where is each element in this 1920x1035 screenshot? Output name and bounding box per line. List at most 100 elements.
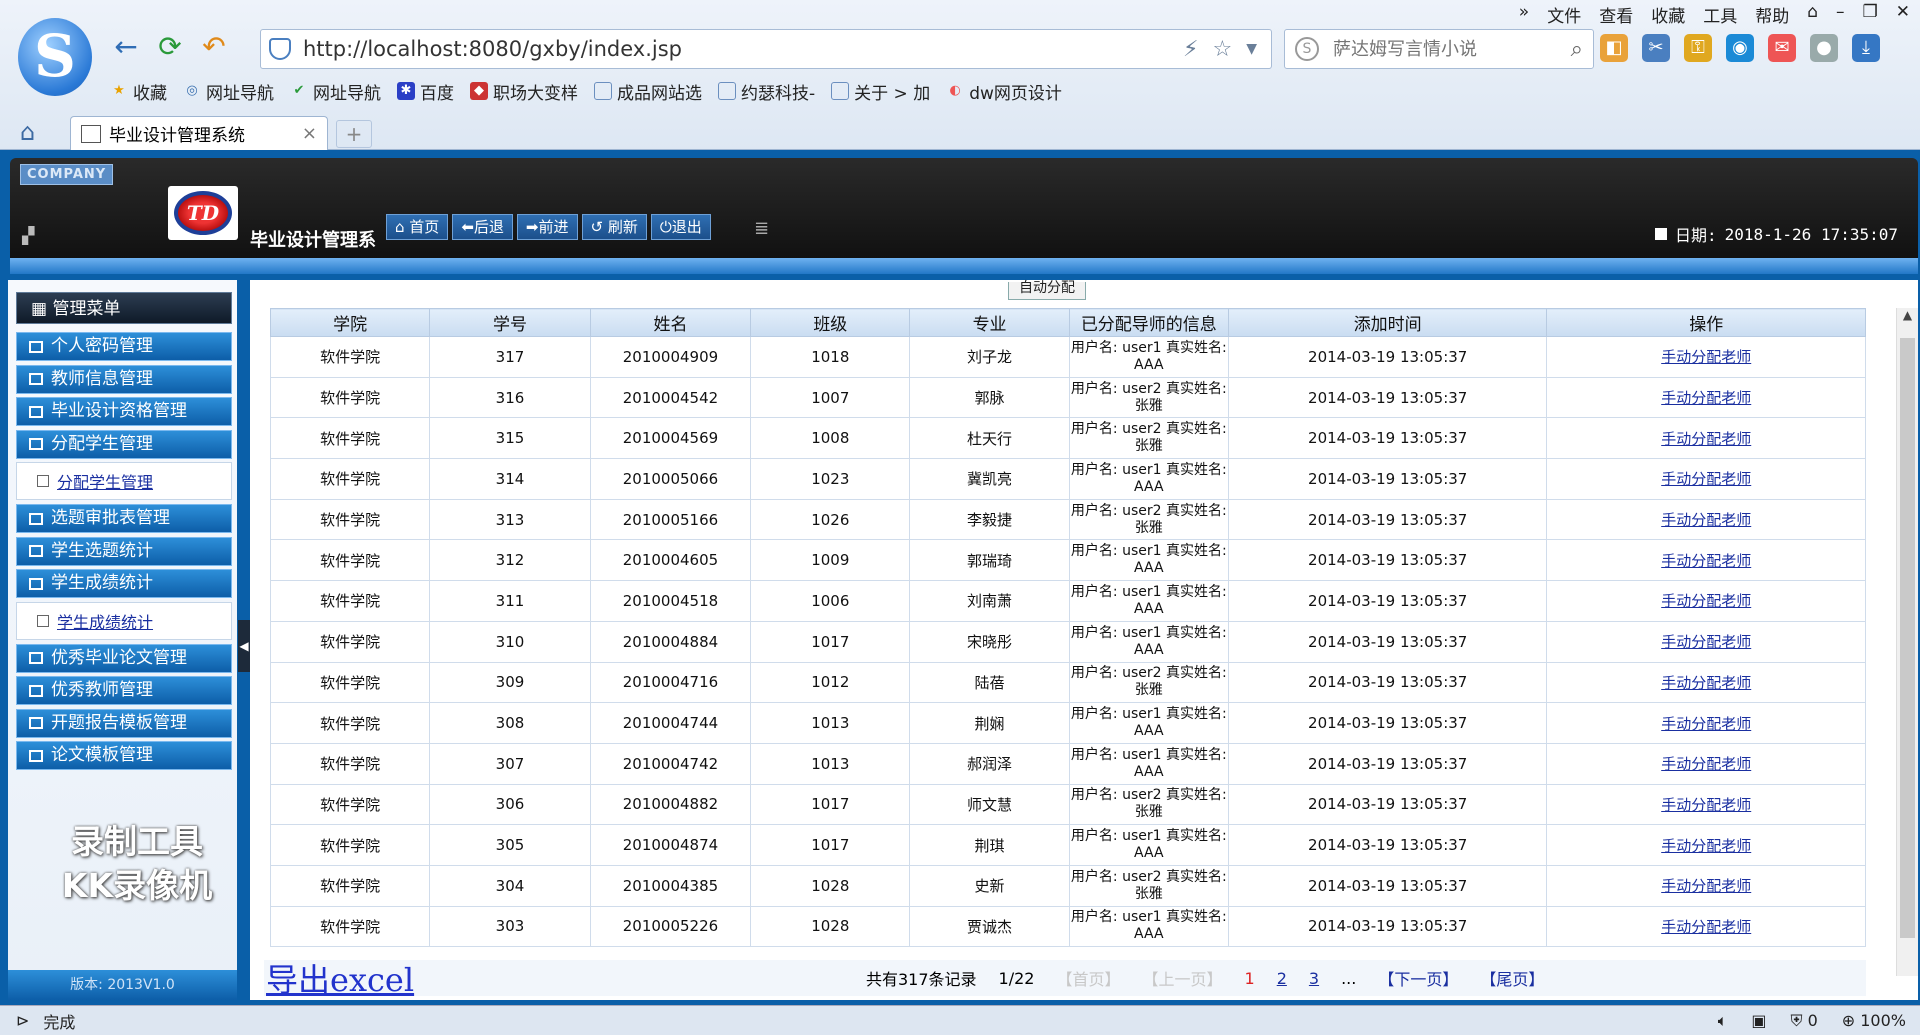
fav-dw[interactable]: ◐ dw网页设计 xyxy=(946,79,1062,104)
menu-item-teacher-info[interactable]: 教师信息管理 xyxy=(16,364,232,394)
fav-about[interactable]: 关于 > 加 xyxy=(831,79,930,104)
cell-major: 杜天行 xyxy=(909,417,1070,460)
menu-item-password[interactable]: 个人密码管理 xyxy=(16,332,232,361)
assign-teacher-link[interactable]: 手动分配老师 xyxy=(1661,430,1751,448)
cut-icon[interactable]: ✂ xyxy=(1642,34,1670,62)
menu-item-topic-stats[interactable]: 学生选题统计 xyxy=(16,536,232,566)
submenu-link-grade-stats[interactable]: 学生成绩统计 xyxy=(57,609,153,633)
assign-teacher-link[interactable]: 手动分配老师 xyxy=(1661,511,1751,529)
table-row: 软件学院 317 2010004909 1018 刘子龙 用户名: user1 真实姓名:… xyxy=(269,336,1866,378)
download-icon[interactable]: ⤓ xyxy=(1852,34,1880,62)
page-3-link[interactable]: 3 xyxy=(1309,969,1319,988)
fav-collect[interactable]: ★ 收藏 xyxy=(110,79,167,104)
assign-teacher-link[interactable]: 手动分配老师 xyxy=(1661,755,1751,773)
screen-icon[interactable]: ▣ xyxy=(1751,1011,1766,1030)
fav-sites[interactable]: 成品网站选 xyxy=(594,79,702,104)
refresh-icon[interactable]: ⟳ xyxy=(152,30,188,66)
assign-teacher-link[interactable]: 手动分配老师 xyxy=(1661,715,1751,733)
address-bar[interactable]: http://localhost:8080/gxby/index.jsp ⚡ ☆… xyxy=(260,29,1272,69)
minimize-icon[interactable]: – xyxy=(1836,2,1845,26)
menu-item-excellent-teacher[interactable]: 优秀教师管理 xyxy=(16,676,232,705)
search-engine-icon[interactable]: S xyxy=(1295,37,1319,61)
volume-icon[interactable]: 🔈︎ xyxy=(1718,1011,1728,1031)
cell-major: 李毅捷 xyxy=(909,498,1070,541)
menu-item-qualification[interactable]: 毕业设计资格管理 xyxy=(16,397,232,426)
table-row: 软件学院 304 2010004385 1028 史新 用户名: user2 真实姓名: … xyxy=(269,864,1866,907)
assign-teacher-link[interactable]: 手动分配老师 xyxy=(1661,348,1751,366)
menu-help[interactable]: 帮助 xyxy=(1755,2,1789,27)
collapse-sidebar-handle[interactable]: ◀ xyxy=(238,620,250,672)
home-button[interactable]: ⌂ 首页 xyxy=(386,214,449,240)
submenu-link-assign-students[interactable]: 分配学生管理 xyxy=(57,469,153,493)
menu-item-thesis-template[interactable]: 论文模板管理 xyxy=(16,741,232,770)
logo-mark: TD xyxy=(174,191,232,235)
shield-counter[interactable]: ⛨ 0 xyxy=(1790,1011,1817,1031)
search-input[interactable] xyxy=(1333,38,1571,60)
page-1-link[interactable]: 1 xyxy=(1245,969,1255,988)
fav-yuese[interactable]: 约瑟科技- xyxy=(718,79,815,104)
vertical-scrollbar[interactable]: ▲ xyxy=(1896,308,1918,976)
menu-tools[interactable]: 工具 xyxy=(1703,2,1737,27)
assign-teacher-link[interactable]: 手动分配老师 xyxy=(1661,470,1751,488)
skin-icon[interactable]: ⌂ xyxy=(1807,2,1818,26)
mail-icon[interactable]: ✉ xyxy=(1768,34,1796,62)
menu-item-assign-students[interactable]: 分配学生管理 xyxy=(16,429,232,459)
menu-item-topic-approval[interactable]: 选题审批表管理 xyxy=(16,504,232,533)
fav-baidu[interactable]: ✱ 百度 xyxy=(397,79,454,104)
logout-button[interactable]: ⏻退出 xyxy=(650,214,711,240)
user-icon[interactable]: ● xyxy=(1810,34,1838,62)
menu-file[interactable]: 文件 xyxy=(1547,2,1581,27)
close-window-icon[interactable]: ✕ xyxy=(1896,2,1910,26)
scroll-thumb[interactable] xyxy=(1900,338,1915,938)
refresh-button[interactable]: ↺ 刷新 xyxy=(581,214,647,240)
sidebar-toggle-icon[interactable]: ◧ xyxy=(1600,34,1628,62)
star-icon[interactable]: ☆ xyxy=(1212,37,1232,62)
tab-main[interactable]: 毕业设计管理系统 × xyxy=(70,116,328,150)
assign-teacher-link[interactable]: 手动分配老师 xyxy=(1661,633,1751,651)
search-icon[interactable]: ⌕ xyxy=(1571,37,1583,62)
export-excel-link[interactable]: 导出excel xyxy=(266,955,414,1001)
page-icon xyxy=(37,614,49,627)
zoom-control[interactable]: ⊕ 100% xyxy=(1842,1011,1906,1030)
assign-teacher-link[interactable]: 手动分配老师 xyxy=(1661,389,1751,407)
assign-teacher-link[interactable]: 手动分配老师 xyxy=(1661,552,1751,570)
assign-teacher-link[interactable]: 手动分配老师 xyxy=(1661,796,1751,814)
page-2-link[interactable]: 2 xyxy=(1277,969,1287,988)
address-text[interactable]: http://localhost:8080/gxby/index.jsp xyxy=(303,37,1183,61)
fav-nav-2[interactable]: ✔ 网址导航 xyxy=(290,79,381,104)
cell-class: 1028 xyxy=(750,864,911,907)
menu-favorites[interactable]: 收藏 xyxy=(1651,2,1685,27)
back-button[interactable]: ⬅后退 xyxy=(452,214,513,240)
menu-chevron-icon[interactable]: » xyxy=(1519,2,1529,26)
assign-teacher-link[interactable]: 手动分配老师 xyxy=(1661,918,1751,936)
menu-view[interactable]: 查看 xyxy=(1599,2,1633,27)
close-tab-icon[interactable]: × xyxy=(302,123,317,144)
key-icon[interactable]: ⚿ xyxy=(1684,34,1712,62)
new-tab-button[interactable]: + xyxy=(336,120,372,148)
menu-item-proposal-template[interactable]: 开题报告模板管理 xyxy=(16,708,232,738)
menu-lines-icon[interactable]: ≣ xyxy=(754,218,769,239)
assign-teacher-link[interactable]: 手动分配老师 xyxy=(1661,877,1751,895)
scroll-up-icon[interactable]: ▲ xyxy=(1897,308,1918,328)
lightning-icon[interactable]: ⚡ xyxy=(1183,37,1198,62)
last-page-link[interactable]: 【尾页】 xyxy=(1480,966,1544,990)
fav-nav-1[interactable]: ◎ 网址导航 xyxy=(183,79,274,104)
undo-icon[interactable]: ↶ xyxy=(196,30,232,66)
menu-item-excellent-thesis[interactable]: 优秀毕业论文管理 xyxy=(16,643,232,673)
cell-student-no: 317 xyxy=(429,336,591,378)
fav-career[interactable]: ◆ 职场大变样 xyxy=(470,79,578,104)
dropdown-icon[interactable]: ▼ xyxy=(1246,41,1257,57)
restore-icon[interactable]: ❐ xyxy=(1863,2,1878,26)
forward-button[interactable]: ➡前进 xyxy=(516,214,578,240)
assign-teacher-link[interactable]: 手动分配老师 xyxy=(1661,592,1751,610)
assign-teacher-link[interactable]: 手动分配老师 xyxy=(1661,837,1751,855)
next-page-link[interactable]: 【下一页】 xyxy=(1378,966,1458,990)
back-arrow-icon[interactable]: ← xyxy=(108,30,144,66)
home-icon[interactable]: ⌂ xyxy=(20,118,35,146)
auto-assign-tab[interactable]: 自动分配 xyxy=(1008,281,1086,300)
first-page-link: 【首页】 xyxy=(1056,970,1121,989)
assign-teacher-link[interactable]: 手动分配老师 xyxy=(1661,674,1751,692)
browser-ext-icon[interactable]: ◉ xyxy=(1726,34,1754,62)
menu-item-grade-stats[interactable]: 学生成绩统计 xyxy=(16,569,232,598)
list-icon xyxy=(29,340,43,353)
